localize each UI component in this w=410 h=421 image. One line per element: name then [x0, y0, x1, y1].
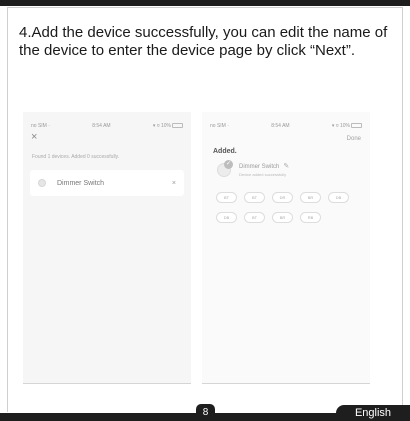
- close-icon[interactable]: ×: [31, 132, 37, 143]
- found-devices-text: Found 1 devices. Added 0 successfully.: [32, 154, 120, 160]
- phone-screenshot-added: no SIM · 8:54 AM ▾ ¤ 10% Done Added. ✓ D…: [202, 112, 370, 384]
- page-number: 8: [196, 404, 215, 421]
- done-button[interactable]: Done: [347, 136, 361, 142]
- room-chip[interactable]: DB: [328, 192, 349, 203]
- room-chip-group: BT BT DR BR DB DB BT BR RB: [216, 192, 364, 232]
- check-icon: ✓: [224, 160, 233, 169]
- battery-icon: [351, 123, 362, 129]
- status-battery: ▾ ¤ 10%: [153, 123, 183, 129]
- device-list-item[interactable]: Dimmer Switch ×: [30, 170, 184, 196]
- status-bar: no SIM · 8:54 AM ▾ ¤ 10%: [210, 122, 362, 130]
- room-chip[interactable]: BT: [216, 192, 237, 203]
- device-name: Dimmer Switch: [57, 179, 105, 187]
- added-subtitle: Device added successfully: [239, 172, 287, 177]
- room-chip[interactable]: RB: [300, 212, 321, 223]
- room-chip[interactable]: BR: [300, 192, 321, 203]
- status-time: 8:54 AM: [92, 123, 111, 129]
- instruction-text: 4.Add the device successfully, you can e…: [19, 24, 388, 59]
- device-bulb-icon: ✓: [215, 160, 233, 178]
- phone-screenshot-found: no SIM · 8:54 AM ▾ ¤ 10% × Found 1 devic…: [23, 112, 191, 384]
- status-battery: ▾ ¤ 10%: [332, 123, 362, 129]
- room-chip[interactable]: BT: [244, 192, 265, 203]
- status-carrier: no SIM ·: [210, 123, 229, 129]
- room-chip[interactable]: BT: [244, 212, 265, 223]
- remove-device-icon[interactable]: ×: [172, 180, 176, 187]
- top-bar: [0, 0, 410, 6]
- language-tab: English: [336, 405, 410, 421]
- status-time: 8:54 AM: [271, 123, 290, 129]
- room-chip[interactable]: BR: [272, 212, 293, 223]
- room-chip[interactable]: DR: [272, 192, 293, 203]
- status-carrier: no SIM ·: [31, 123, 50, 129]
- status-bar: no SIM · 8:54 AM ▾ ¤ 10%: [31, 122, 183, 130]
- device-bulb-icon: [38, 179, 46, 187]
- room-chip[interactable]: DB: [216, 212, 237, 223]
- battery-icon: [172, 123, 183, 129]
- added-device-name[interactable]: Dimmer Switch ✎: [239, 162, 289, 170]
- added-title: Added.: [213, 148, 237, 155]
- pencil-icon[interactable]: ✎: [283, 162, 289, 170]
